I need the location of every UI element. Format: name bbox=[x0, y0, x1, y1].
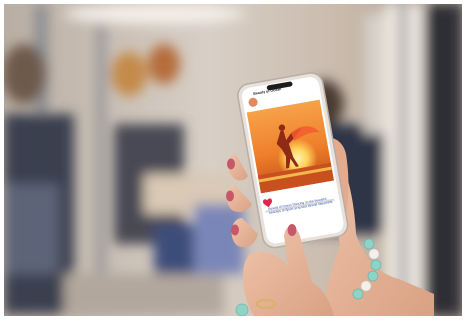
post-image bbox=[246, 99, 334, 194]
fingernail bbox=[227, 158, 235, 170]
photo-frame: Beauty of Ocean Beauty of Ocean Dancing … bbox=[4, 4, 462, 316]
photo-scene bbox=[4, 4, 462, 316]
